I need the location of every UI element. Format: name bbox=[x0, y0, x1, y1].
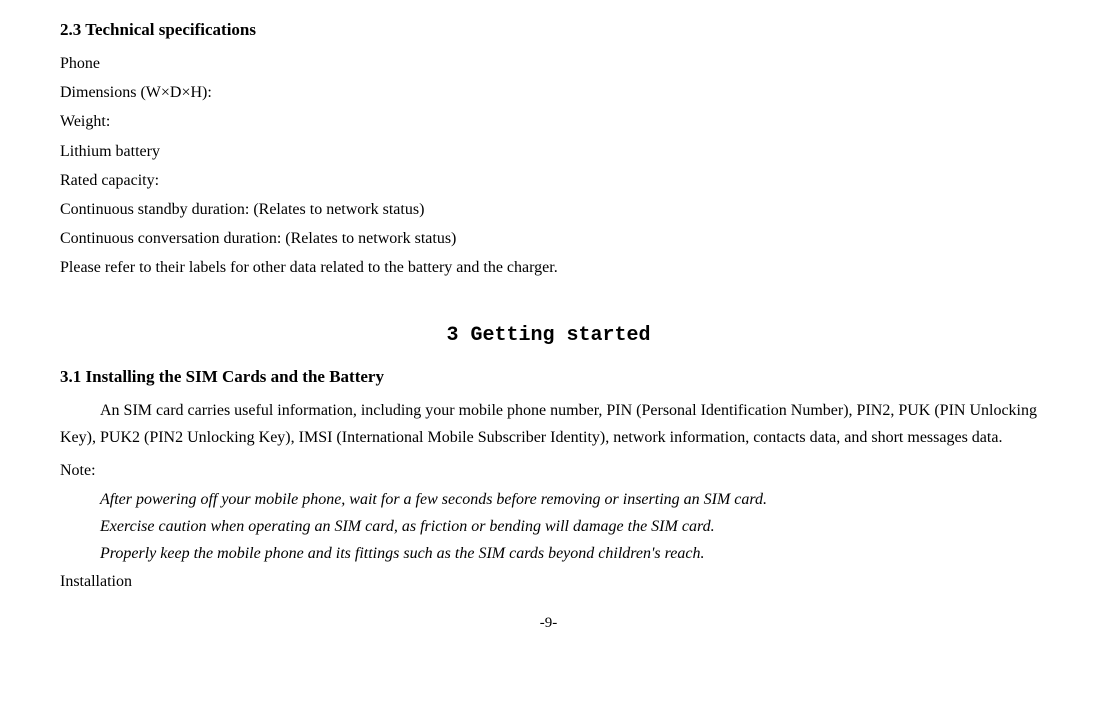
chapter-3-heading: 3 Getting started bbox=[60, 324, 1037, 347]
conversation-label: Continuous conversation duration: (Relat… bbox=[60, 225, 1037, 252]
rated-capacity-label: Rated capacity: bbox=[60, 167, 1037, 194]
dimensions-label: Dimensions (W×D×H): bbox=[60, 79, 1037, 106]
section-2-3-heading: 2.3 Technical specifications bbox=[60, 20, 1037, 40]
standby-label: Continuous standby duration: (Relates to… bbox=[60, 196, 1037, 223]
phone-label: Phone bbox=[60, 50, 1037, 77]
battery-label: Lithium battery bbox=[60, 138, 1037, 165]
note-label: Note: bbox=[60, 457, 1037, 484]
page-number: -9- bbox=[60, 615, 1037, 632]
section-3-1-heading: 3.1 Installing the SIM Cards and the Bat… bbox=[60, 367, 1037, 387]
weight-label: Weight: bbox=[60, 108, 1037, 135]
section-2-3: 2.3 Technical specifications Phone Dimen… bbox=[60, 20, 1037, 282]
section-3-1-paragraph: An SIM card carries useful information, … bbox=[60, 397, 1037, 451]
refer-label: Please refer to their labels for other d… bbox=[60, 254, 1037, 281]
note-1: After powering off your mobile phone, wa… bbox=[60, 486, 1037, 513]
note-3: Properly keep the mobile phone and its f… bbox=[60, 540, 1037, 567]
section-3-1: 3.1 Installing the SIM Cards and the Bat… bbox=[60, 367, 1037, 595]
installation-label: Installation bbox=[60, 568, 1037, 595]
note-2: Exercise caution when operating an SIM c… bbox=[60, 513, 1037, 540]
